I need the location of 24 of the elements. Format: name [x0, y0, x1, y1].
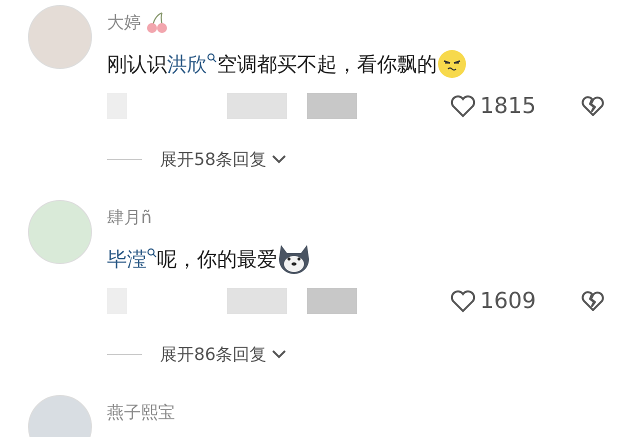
search-icon	[207, 52, 217, 62]
blurred-block	[227, 93, 287, 119]
comment-text: 刚认识	[107, 50, 167, 78]
blurred-block	[307, 93, 357, 119]
like-count: 1609	[480, 288, 536, 314]
expand-replies-link[interactable]: 展开86条回复	[160, 342, 287, 366]
mention-link[interactable]: 毕滢	[107, 246, 157, 272]
expand-replies-link[interactable]: 展开58条回复	[160, 148, 287, 170]
husky-dog-emoji-icon	[277, 243, 311, 275]
heart-icon[interactable]	[450, 94, 476, 118]
broken-heart-icon[interactable]	[581, 290, 605, 312]
cherry-icon	[145, 10, 169, 34]
search-icon	[147, 248, 157, 258]
comment-text: 呢，你的最爱	[157, 246, 277, 272]
blurred-block	[307, 288, 357, 314]
broken-heart-icon[interactable]	[581, 95, 605, 117]
mention-link[interactable]: 洪欣	[167, 50, 217, 78]
blurred-block	[227, 288, 287, 314]
smirking-face-emoji-icon	[437, 49, 467, 79]
comment-text: 空调都买不起，看你飘的	[217, 50, 437, 78]
chevron-down-icon	[270, 153, 287, 165]
chevron-down-icon	[270, 348, 287, 360]
heart-icon[interactable]	[450, 289, 476, 313]
like-count: 1815	[480, 94, 536, 118]
